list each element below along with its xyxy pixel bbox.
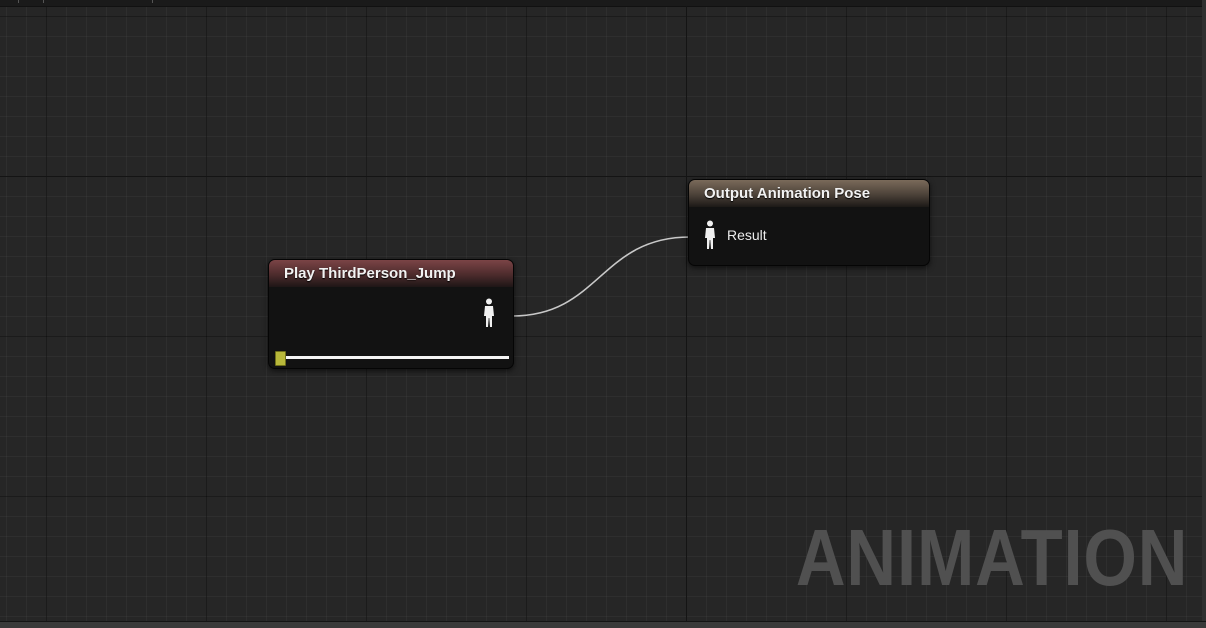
timeline-track [281,356,509,359]
pose-person-icon[interactable] [703,220,717,250]
play-animation-node[interactable]: Play ThirdPerson_Jump [268,259,514,369]
node-title: Output Animation Pose [689,180,929,207]
graph-type-watermark: ANIMATION [795,513,1188,602]
output-pose-node[interactable]: Output Animation Pose Result [688,179,930,266]
strip-tick [43,0,44,3]
timeline-scrub-handle[interactable] [275,351,286,366]
node-title: Play ThirdPerson_Jump [269,260,513,287]
top-toolbar-strip [0,0,1206,7]
strip-tick [152,0,153,3]
strip-tick [18,0,19,3]
pose-connection-wire[interactable] [511,236,691,317]
anim-graph-canvas[interactable]: Play ThirdPerson_Jump Output Animation P… [0,0,1206,628]
graph-origin-axis-vertical [686,6,687,621]
pose-person-icon[interactable] [482,298,496,328]
viewport-right-border [1202,0,1206,627]
playback-timeline[interactable] [275,342,511,366]
graph-origin-axis-horizontal [0,176,1202,177]
result-pin-label: Result [727,227,767,243]
